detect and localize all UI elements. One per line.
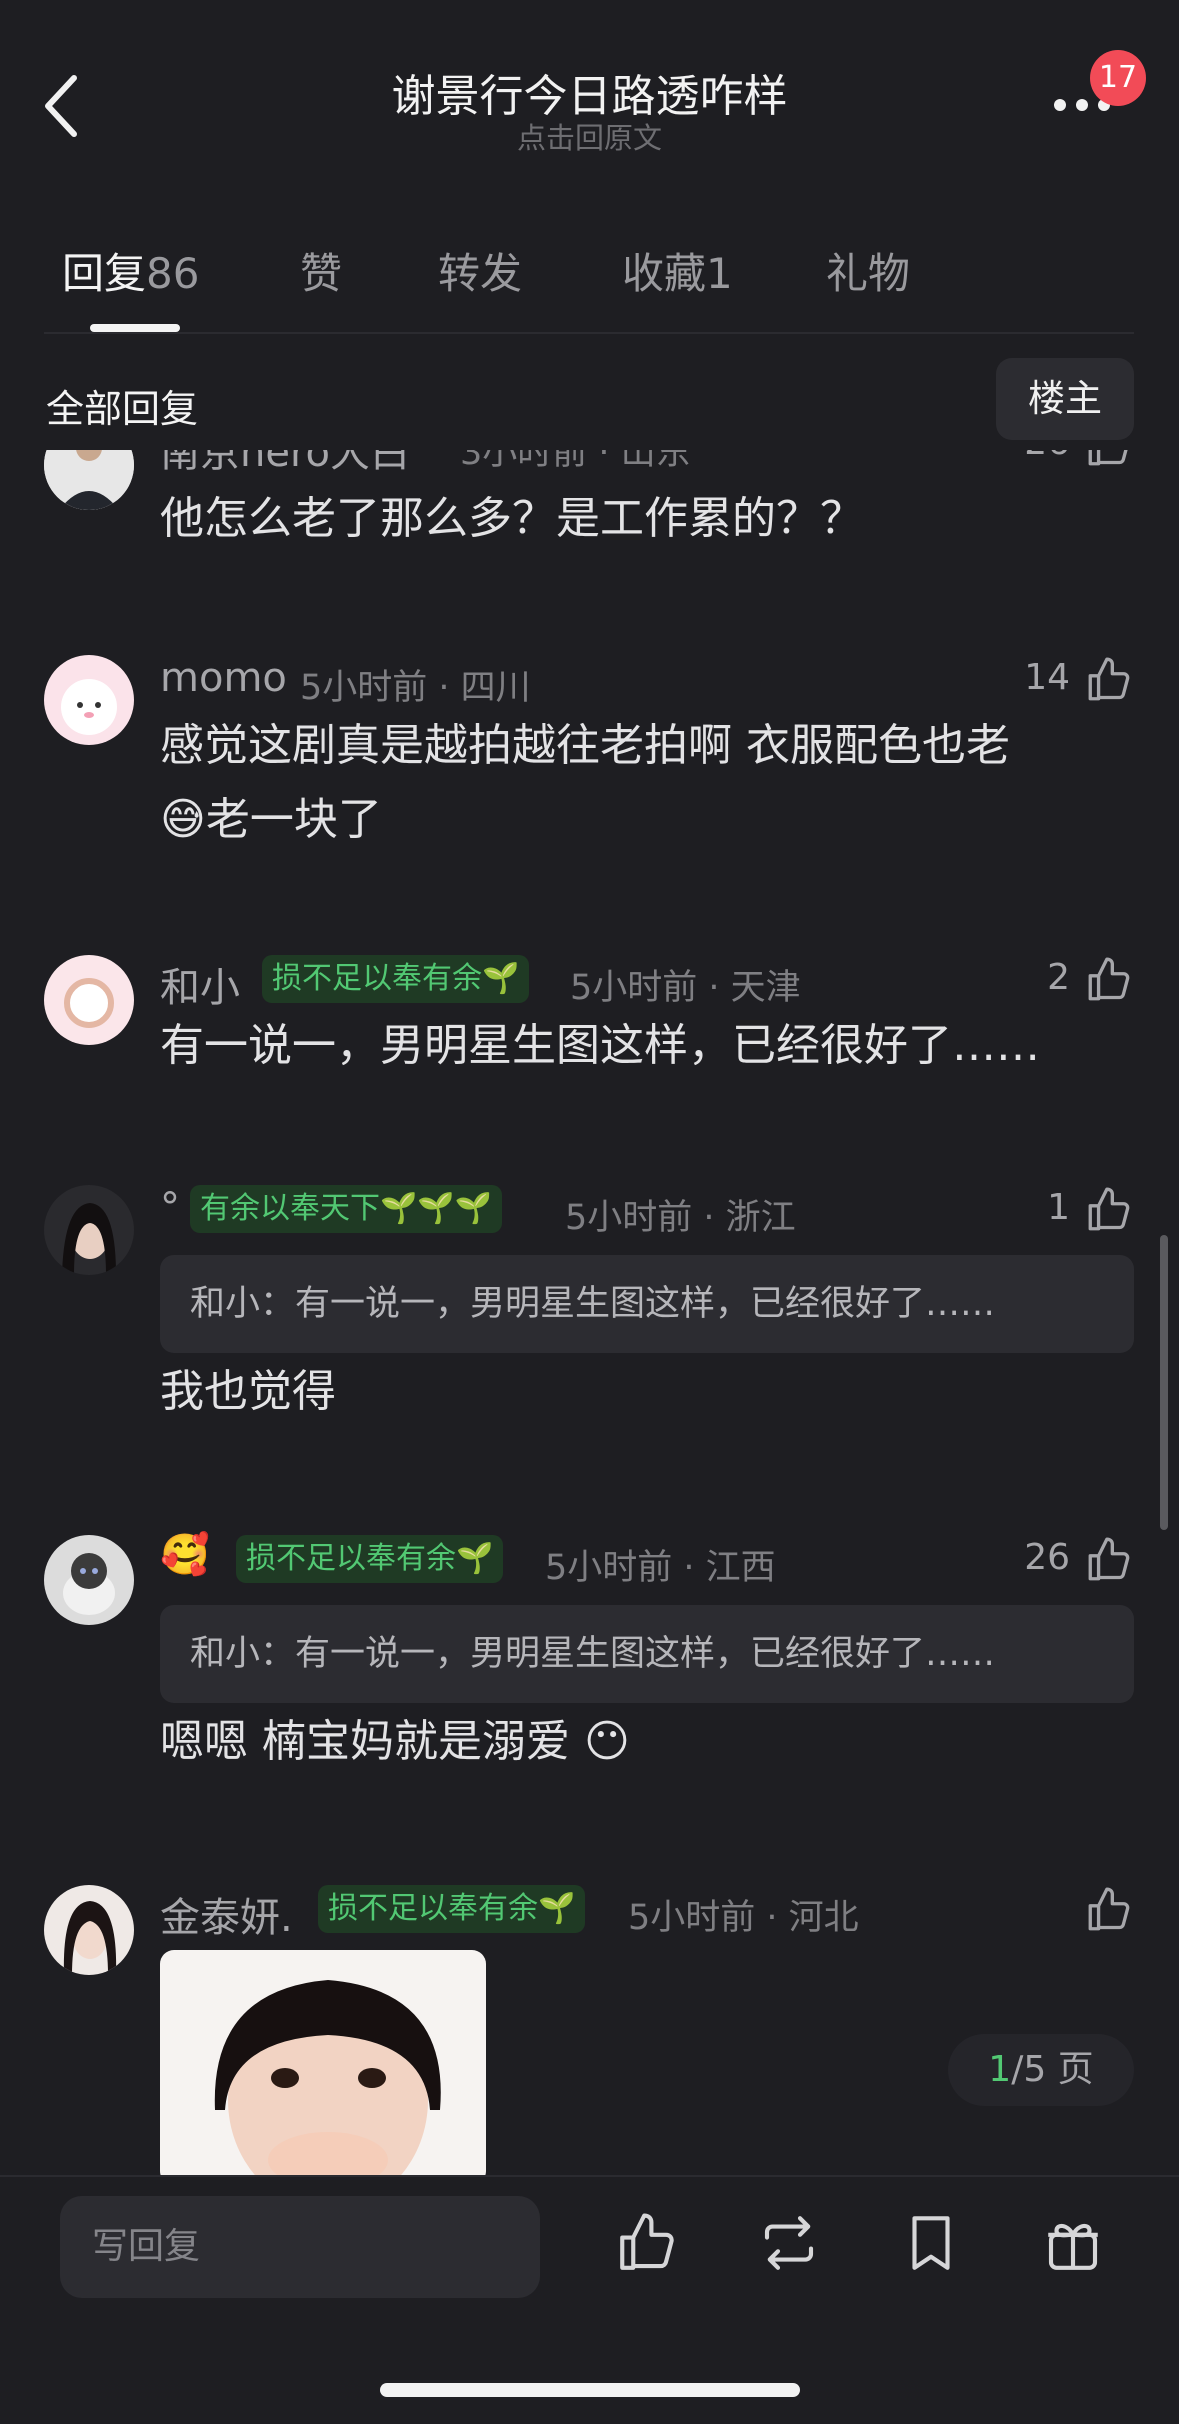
like-count: 1 xyxy=(1047,1187,1070,1228)
like-count: 26 xyxy=(1024,1537,1070,1578)
tab-indicator xyxy=(90,324,180,332)
child-photo-image xyxy=(160,1950,486,2175)
comment-meta: 5小时前 · 天津 xyxy=(570,968,801,1008)
avatar[interactable] xyxy=(44,1185,134,1275)
user-name[interactable]: 金泰妍. xyxy=(160,1885,293,1943)
comment-text: 老一块了 xyxy=(205,794,382,845)
comment-meta: 5小时前 · 四川 xyxy=(300,668,531,708)
comment-meta: 5小时前 · 江西 xyxy=(545,1548,776,1588)
fan-badge[interactable]: 损不足以奉有余🌱 xyxy=(318,1885,586,1933)
thumbs-up-icon[interactable] xyxy=(1084,955,1134,1005)
thumbs-up-icon[interactable] xyxy=(614,2210,680,2276)
avatar[interactable] xyxy=(44,1535,134,1625)
comment-item: 🥰 损不足以奉有余🌱 5小时前 · 江西 26 和小：有一说一，男明星生图这样，… xyxy=(0,1532,1179,1835)
fan-badge[interactable]: 损不足以奉有余🌱 xyxy=(236,1535,504,1583)
page-subtitle[interactable]: 点击回原文 xyxy=(0,115,1179,157)
filter-label[interactable]: 全部回复 xyxy=(46,378,198,433)
thumbs-up-icon[interactable] xyxy=(1084,450,1134,470)
fan-badge[interactable]: 有余以奉天下🌱🌱🌱 xyxy=(190,1185,503,1233)
tab-label: 收藏 xyxy=(622,249,707,298)
comment-item: 南京hero大白 3小时前 · 山东 26 他怎么老了那么多？是工作累的？？ xyxy=(0,450,1179,570)
emoji: 😅 xyxy=(160,794,206,845)
comment-text: 嗯嗯 楠宝妈就是溺爱 xyxy=(160,1716,570,1767)
comment-item: 和小 损不足以奉有余🌱 5小时前 · 天津 2 有一说一，男明星生图这样，已经很… xyxy=(0,955,1179,1115)
avatar-image xyxy=(44,1185,134,1275)
user-name[interactable]: momo xyxy=(160,655,287,701)
tab-count: 86 xyxy=(146,249,200,298)
tab-reposts[interactable]: 转发 xyxy=(438,240,522,301)
user-name[interactable]: ° xyxy=(160,1185,180,1231)
thumbs-up-icon[interactable] xyxy=(1084,1185,1134,1235)
tab-replies[interactable]: 回复86 xyxy=(62,240,199,301)
avatar[interactable] xyxy=(44,450,134,510)
avatar-image xyxy=(44,450,134,510)
thumbs-up-icon[interactable] xyxy=(1084,1885,1134,1935)
home-indicator[interactable] xyxy=(380,2383,800,2397)
comment-content[interactable]: 感觉这剧真是越拍越往老拍啊 衣服配色也老 xyxy=(160,709,1010,783)
thumbs-up-icon[interactable] xyxy=(1084,1535,1134,1585)
tab-favorites[interactable]: 收藏1 xyxy=(622,240,733,301)
avatar[interactable] xyxy=(44,1885,134,1975)
comment-content[interactable]: 他怎么老了那么多？是工作累的？？ xyxy=(160,482,864,556)
total-pages: /5 页 xyxy=(1011,2049,1094,2090)
avatar[interactable] xyxy=(44,655,134,745)
avatar[interactable] xyxy=(44,955,134,1045)
comment-list[interactable]: 南京hero大白 3小时前 · 山东 26 他怎么老了那么多？是工作累的？？ m… xyxy=(0,450,1179,2175)
comment-item: ° 有余以奉天下🌱🌱🌱 5小时前 · 浙江 1 和小：有一说一，男明星生图这样，… xyxy=(0,1185,1179,1485)
comment-meta: 5小时前 · 浙江 xyxy=(565,1198,796,1238)
comment-image[interactable] xyxy=(160,1950,486,2175)
fan-badge[interactable]: 损不足以奉有余🌱 xyxy=(262,955,530,1003)
comment-content[interactable]: 嗯嗯 楠宝妈就是溺爱 😶 xyxy=(160,1705,630,1779)
reply-input[interactable]: 写回复 xyxy=(60,2196,540,2298)
repost-icon[interactable] xyxy=(756,2210,822,2276)
quoted-reply[interactable]: 和小：有一说一，男明星生图这样，已经很好了…… xyxy=(160,1255,1134,1353)
pagination-indicator[interactable]: 1/5 页 xyxy=(948,2034,1134,2106)
tab-label: 赞 xyxy=(300,249,343,298)
quoted-reply[interactable]: 和小：有一说一，男明星生图这样，已经很好了…… xyxy=(160,1605,1134,1703)
notification-badge: 17 xyxy=(1090,50,1146,106)
like-count: 26 xyxy=(1000,450,1070,463)
tab-label: 转发 xyxy=(438,249,523,298)
avatar-image xyxy=(44,1885,134,1975)
user-name[interactable]: 和小 xyxy=(160,955,240,1013)
user-name[interactable]: 🥰 xyxy=(160,1531,210,1578)
comment-item: momo 5小时前 · 四川 14 感觉这剧真是越拍越往老拍啊 衣服配色也老 😅… xyxy=(0,655,1179,915)
comment-item: 金泰妍. 损不足以奉有余🌱 5小时前 · 河北 xyxy=(0,1885,1179,2175)
tab-label: 礼物 xyxy=(826,249,911,298)
comment-meta: 5小时前 · 河北 xyxy=(628,1898,859,1938)
avatar-image xyxy=(44,655,134,745)
scrollbar[interactable] xyxy=(1160,1235,1168,1530)
comment-content[interactable]: 我也觉得 xyxy=(160,1355,336,1429)
emoji: 😶 xyxy=(584,1716,630,1767)
gift-icon[interactable] xyxy=(1040,2210,1106,2276)
bookmark-icon[interactable] xyxy=(898,2210,964,2276)
divider xyxy=(44,332,1134,334)
avatar-image xyxy=(44,1535,134,1625)
thumbs-up-icon[interactable] xyxy=(1084,655,1134,705)
like-count: 2 xyxy=(1047,957,1070,998)
comment-content-line2[interactable]: 😅老一块了 xyxy=(160,783,382,857)
tab-label: 回复 xyxy=(62,249,147,298)
current-page: 1 xyxy=(988,2049,1012,2090)
user-name[interactable]: 南京hero大白 xyxy=(160,450,410,478)
comment-meta: 3小时前 · 山东 xyxy=(460,450,691,473)
avatar-image xyxy=(44,955,134,1045)
tab-gifts[interactable]: 礼物 xyxy=(826,240,910,301)
tab-count: 1 xyxy=(706,249,733,298)
comment-content[interactable]: 有一说一，男明星生图这样，已经很好了…… xyxy=(160,1009,1040,1083)
op-only-button[interactable]: 楼主 xyxy=(996,358,1134,440)
tab-likes[interactable]: 赞 xyxy=(300,240,342,301)
like-count: 14 xyxy=(1024,657,1070,698)
